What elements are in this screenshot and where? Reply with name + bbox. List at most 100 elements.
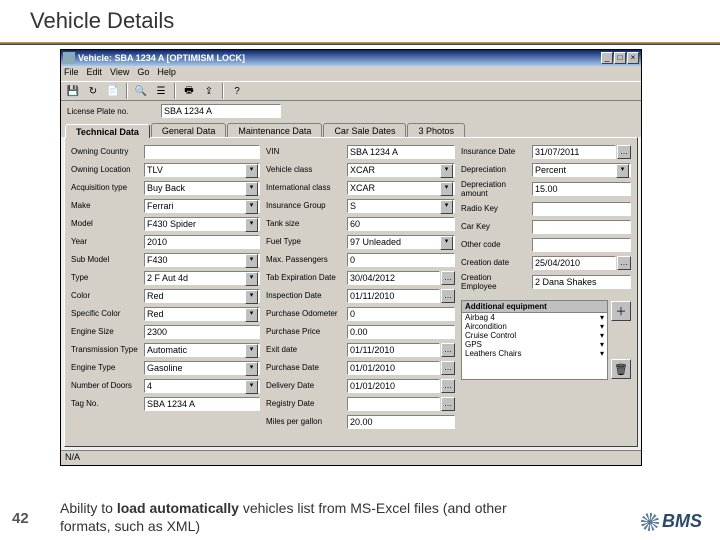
iclass-input[interactable]: XCAR: [347, 181, 455, 195]
window-title: Vehicle: SBA 1234 A [OPTIMISM LOCK]: [78, 53, 600, 63]
field-make: MakeFerrari: [71, 198, 260, 213]
other-input[interactable]: [532, 238, 631, 252]
list-item[interactable]: Cruise Control▾: [462, 331, 607, 340]
print-icon[interactable]: 🖶: [180, 83, 198, 99]
ins-input[interactable]: 31/07/2011: [532, 145, 616, 159]
list-item[interactable]: Aircondition▾: [462, 322, 607, 331]
exit-input[interactable]: 01/11/2010: [347, 343, 440, 357]
make-input[interactable]: Ferrari: [144, 199, 260, 213]
pdate-input[interactable]: 01/01/2010: [347, 361, 440, 375]
cdate-input[interactable]: 25/04/2010: [532, 256, 616, 270]
tab-sale-dates[interactable]: Car Sale Dates: [323, 123, 406, 137]
help-icon[interactable]: ?: [228, 83, 246, 99]
pdate-browse-button[interactable]: …: [441, 361, 455, 375]
tabexp-browse-button[interactable]: …: [441, 271, 455, 285]
field-mpg: Miles per gallon20.00: [266, 414, 455, 429]
license-plate-input[interactable]: SBA 1234 A: [161, 104, 281, 118]
transmission-input[interactable]: Automatic: [144, 343, 260, 357]
equipment-list[interactable]: Additional equipmentAirbag 4▾Airconditio…: [461, 300, 608, 380]
vclass-input[interactable]: XCAR: [347, 163, 455, 177]
save-icon[interactable]: 💾: [64, 83, 82, 99]
export-icon[interactable]: ⇪: [200, 83, 218, 99]
field-cemp: Creation Employee2 Dana Shakes: [461, 273, 631, 291]
list-icon[interactable]: ☰: [152, 83, 170, 99]
engine_size-input[interactable]: 2300: [144, 325, 260, 339]
vin-input[interactable]: SBA 1234 A: [347, 145, 455, 159]
owning_location-input[interactable]: TLV: [144, 163, 260, 177]
copy-icon[interactable]: 📄: [104, 83, 122, 99]
submodel-input[interactable]: F430: [144, 253, 260, 267]
tab-photos[interactable]: 3 Photos: [407, 123, 465, 137]
specific_color-label: Specific Color: [71, 309, 141, 318]
field-engine_type: Engine TypeGasoline: [71, 360, 260, 375]
field-ins: Insurance Date31/07/2011…: [461, 144, 631, 159]
list-item[interactable]: GPS▾: [462, 340, 607, 349]
color-input[interactable]: Red: [144, 289, 260, 303]
minimize-button[interactable]: _: [601, 52, 613, 64]
cdate-browse-button[interactable]: …: [617, 256, 631, 270]
carkey-input[interactable]: [532, 220, 631, 234]
field-iclass: International classXCAR: [266, 180, 455, 195]
doors-input[interactable]: 4: [144, 379, 260, 393]
dep-input[interactable]: Percent: [532, 163, 631, 177]
rdate-input[interactable]: [347, 397, 440, 411]
rdate-browse-button[interactable]: …: [441, 397, 455, 411]
find-icon[interactable]: 🔍: [132, 83, 150, 99]
menu-view[interactable]: View: [110, 67, 129, 80]
delete-equipment-button[interactable]: 🗑: [611, 359, 631, 379]
tab-maintenance[interactable]: Maintenance Data: [227, 123, 322, 137]
add-equipment-button[interactable]: ＋: [611, 301, 631, 321]
exit-browse-button[interactable]: …: [441, 343, 455, 357]
model-label: Model: [71, 219, 141, 228]
license-plate-label: License Plate no.: [67, 107, 157, 116]
tag-input[interactable]: SBA 1234 A: [144, 397, 260, 411]
separator: [222, 83, 224, 99]
list-item[interactable]: Leathers Chairs▾: [462, 349, 607, 358]
radio-input[interactable]: [532, 202, 631, 216]
menu-file[interactable]: File: [64, 67, 79, 80]
fuel-input[interactable]: 97 Unleaded: [347, 235, 455, 249]
mpg-input[interactable]: 20.00: [347, 415, 455, 429]
year-label: Year: [71, 237, 141, 246]
pdate-label: Purchase Date: [266, 363, 344, 372]
type-input[interactable]: 2 F Aut 4d: [144, 271, 260, 285]
titlebar[interactable]: Vehicle: SBA 1234 A [OPTIMISM LOCK] _ □ …: [61, 50, 641, 66]
engine_size-label: Engine Size: [71, 327, 141, 336]
maxp-input[interactable]: 0: [347, 253, 455, 267]
igroup-input[interactable]: S: [347, 199, 455, 213]
cemp-input[interactable]: 2 Dana Shakes: [532, 275, 631, 289]
cemp-label: Creation Employee: [461, 273, 529, 291]
field-vclass: Vehicle classXCAR: [266, 162, 455, 177]
pprice-input[interactable]: 0.00: [347, 325, 455, 339]
field-maxp: Max. Passengers0: [266, 252, 455, 267]
podo-input[interactable]: 0: [347, 307, 455, 321]
insp-input[interactable]: 01/11/2010: [347, 289, 440, 303]
caption: Ability to load automatically vehicles l…: [60, 500, 560, 535]
depamt-input[interactable]: 15.00: [532, 182, 631, 196]
field-cdate: Creation date25/04/2010…: [461, 255, 631, 270]
insp-label: Inspection Date: [266, 291, 344, 300]
year-input[interactable]: 2010: [144, 235, 260, 249]
tab-technical[interactable]: Technical Data: [65, 124, 150, 138]
acquisition-input[interactable]: Buy Back: [144, 181, 260, 195]
insp-browse-button[interactable]: …: [441, 289, 455, 303]
refresh-icon[interactable]: ↻: [84, 83, 102, 99]
ins-browse-button[interactable]: …: [617, 145, 631, 159]
owning_country-input[interactable]: [144, 145, 260, 159]
field-type: Type2 F Aut 4d: [71, 270, 260, 285]
ddate-browse-button[interactable]: …: [441, 379, 455, 393]
other-label: Other code: [461, 240, 529, 249]
model-input[interactable]: F430 Spider: [144, 217, 260, 231]
tabexp-input[interactable]: 30/04/2012: [347, 271, 440, 285]
ddate-input[interactable]: 01/01/2010: [347, 379, 440, 393]
tab-general[interactable]: General Data: [151, 123, 227, 137]
specific_color-input[interactable]: Red: [144, 307, 260, 321]
list-item[interactable]: Airbag 4▾: [462, 313, 607, 322]
maximize-button[interactable]: □: [614, 52, 626, 64]
tank-input[interactable]: 60: [347, 217, 455, 231]
menu-edit[interactable]: Edit: [87, 67, 103, 80]
close-button[interactable]: ×: [627, 52, 639, 64]
engine_type-input[interactable]: Gasoline: [144, 361, 260, 375]
menu-help[interactable]: Help: [157, 67, 176, 80]
menu-go[interactable]: Go: [137, 67, 149, 80]
